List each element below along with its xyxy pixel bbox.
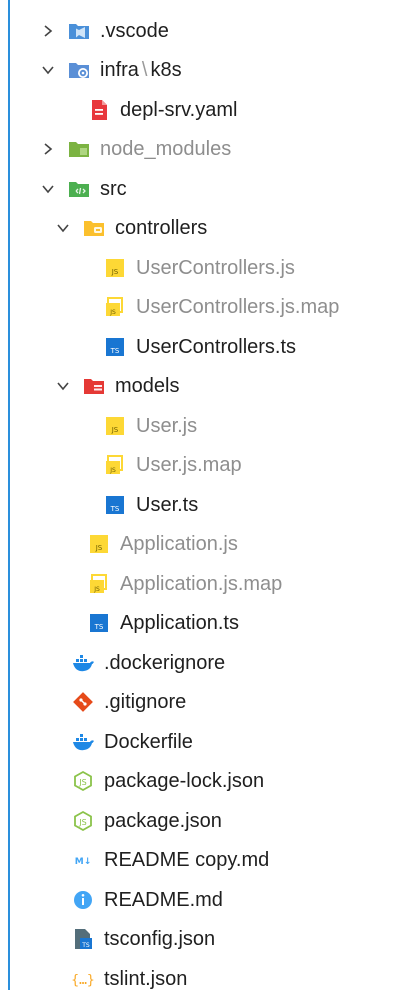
- tree-item-vscode-folder[interactable]: .vscode: [0, 11, 410, 51]
- ts-file-icon: TS: [104, 494, 126, 516]
- docker-icon: [72, 652, 94, 674]
- tree-item-dockerfile[interactable]: Dockerfile: [0, 722, 410, 762]
- svg-text:JS: JS: [111, 268, 119, 276]
- tree-item-application-js-map[interactable]: JS Application.js.map: [0, 564, 410, 604]
- svg-text:JS: JS: [95, 544, 103, 552]
- tree-item-label: package.json: [104, 809, 222, 832]
- docker-icon: [72, 731, 94, 753]
- folder-config-icon: [68, 59, 90, 81]
- tree-item-label: models: [115, 375, 180, 398]
- svg-text:TS: TS: [110, 347, 120, 355]
- svg-text:{…}: {…}: [72, 973, 94, 988]
- tree-item-label: README copy.md: [104, 849, 270, 872]
- folder-segment-k8s: k8s: [150, 59, 182, 82]
- tree-item-application-js[interactable]: JS Application.js: [0, 525, 410, 565]
- folder-segment-infra: infra: [100, 59, 139, 82]
- tree-item-gitignore[interactable]: .gitignore: [0, 683, 410, 723]
- ts-file-icon: TS: [88, 612, 110, 634]
- ts-file-icon: TS: [104, 336, 126, 358]
- tree-item-controllers-folder[interactable]: controllers: [0, 209, 410, 249]
- tree-item-dockerignore[interactable]: .dockerignore: [0, 643, 410, 683]
- tree-item-models-folder[interactable]: models: [0, 367, 410, 407]
- js-map-file-icon: JS: [88, 573, 110, 595]
- tree-item-label: infra \ k8s: [100, 60, 182, 80]
- svg-text:M↓: M↓: [75, 857, 92, 867]
- tree-item-readme-md[interactable]: README.md: [0, 880, 410, 920]
- tree-item-label: .gitignore: [104, 691, 187, 714]
- chevron-down-icon[interactable]: [38, 179, 58, 199]
- tree-item-user-js-map[interactable]: JS User.js.map: [0, 446, 410, 486]
- tree-item-label: Application.js: [120, 533, 238, 556]
- chevron-right-icon[interactable]: [38, 139, 58, 159]
- tree-item-node-modules-folder[interactable]: node_modules: [0, 130, 410, 170]
- svg-text:JS: JS: [109, 467, 116, 474]
- js-file-icon: JS: [104, 415, 126, 437]
- tree-item-label: node_modules: [100, 138, 232, 161]
- tree-item-label: .vscode: [100, 19, 169, 42]
- svg-text:TS: TS: [94, 623, 104, 631]
- chevron-down-icon[interactable]: [53, 218, 73, 238]
- svg-text:TS: TS: [81, 942, 90, 949]
- info-icon: [72, 889, 94, 911]
- tree-item-user-js[interactable]: JS User.js: [0, 406, 410, 446]
- js-map-file-icon: JS: [104, 454, 126, 476]
- tree-item-infra-k8s-folder[interactable]: infra \ k8s: [0, 51, 410, 91]
- node-folder-icon: [68, 138, 90, 160]
- tree-item-label: Application.js.map: [120, 572, 283, 595]
- tree-item-label: controllers: [115, 217, 208, 240]
- chevron-down-icon[interactable]: [38, 60, 58, 80]
- js-map-file-icon: JS: [104, 296, 126, 318]
- yaml-file-icon: [88, 99, 110, 121]
- svg-text:JS: JS: [78, 778, 86, 787]
- svg-text:JS: JS: [109, 309, 116, 316]
- svg-text:JS: JS: [78, 818, 86, 827]
- chevron-down-icon[interactable]: [53, 376, 73, 396]
- controllers-folder-icon: [83, 217, 105, 239]
- tree-item-label: package-lock.json: [104, 770, 265, 793]
- tree-item-label: tslint.json: [104, 967, 188, 990]
- vscode-folder-icon: [68, 20, 90, 42]
- tree-item-application-ts[interactable]: TS Application.ts: [0, 604, 410, 644]
- tree-item-label: README.md: [104, 888, 223, 911]
- tree-item-label: src: [100, 177, 127, 200]
- nodejs-icon: JS: [72, 770, 94, 792]
- tsconfig-icon: TS: [72, 928, 94, 950]
- path-separator: \: [141, 59, 148, 82]
- js-file-icon: JS: [88, 533, 110, 555]
- tree-item-label: .dockerignore: [104, 651, 226, 674]
- tree-item-label: User.js: [136, 414, 198, 437]
- js-file-icon: JS: [104, 257, 126, 279]
- tree-item-usercontrollers-js-map[interactable]: JS UserControllers.js.map: [0, 288, 410, 328]
- tree-item-label: Dockerfile: [104, 730, 193, 753]
- tree-item-label: depl-srv.yaml: [120, 98, 238, 121]
- tree-item-usercontrollers-js[interactable]: JS UserControllers.js: [0, 248, 410, 288]
- json-braces-icon: {…}: [72, 968, 94, 990]
- tree-item-label: UserControllers.ts: [136, 335, 297, 358]
- models-folder-icon: [83, 375, 105, 397]
- src-folder-icon: [68, 178, 90, 200]
- tree-item-label: User.js.map: [136, 454, 242, 477]
- git-icon: [72, 691, 94, 713]
- nodejs-icon: JS: [72, 810, 94, 832]
- tree-item-tsconfig-json[interactable]: TS tsconfig.json: [0, 920, 410, 960]
- svg-text:JS: JS: [93, 586, 100, 593]
- tree-item-label: User.ts: [136, 493, 199, 516]
- chevron-right-icon[interactable]: [38, 21, 58, 41]
- file-explorer-tree: .vscode infra \ k8s depl-srv.yaml node_mod…: [0, 11, 410, 999]
- tree-item-package-json[interactable]: JS package.json: [0, 801, 410, 841]
- svg-text:TS: TS: [110, 505, 120, 513]
- svg-text:JS: JS: [111, 426, 119, 434]
- tree-item-depl-srv-yaml[interactable]: depl-srv.yaml: [0, 90, 410, 130]
- tree-item-tslint-json[interactable]: {…} tslint.json: [0, 959, 410, 999]
- tree-item-label: Application.ts: [120, 612, 239, 635]
- tree-item-label: tsconfig.json: [104, 928, 216, 951]
- tree-item-src-folder[interactable]: src: [0, 169, 410, 209]
- tree-item-label: UserControllers.js.map: [136, 296, 340, 319]
- tree-item-user-ts[interactable]: TS User.ts: [0, 485, 410, 525]
- markdown-icon: M↓: [72, 849, 94, 871]
- tree-item-package-lock-json[interactable]: JS package-lock.json: [0, 762, 410, 802]
- tree-item-label: UserControllers.js: [136, 256, 295, 279]
- tree-item-usercontrollers-ts[interactable]: TS UserControllers.ts: [0, 327, 410, 367]
- tree-item-readme-copy-md[interactable]: M↓ README copy.md: [0, 841, 410, 881]
